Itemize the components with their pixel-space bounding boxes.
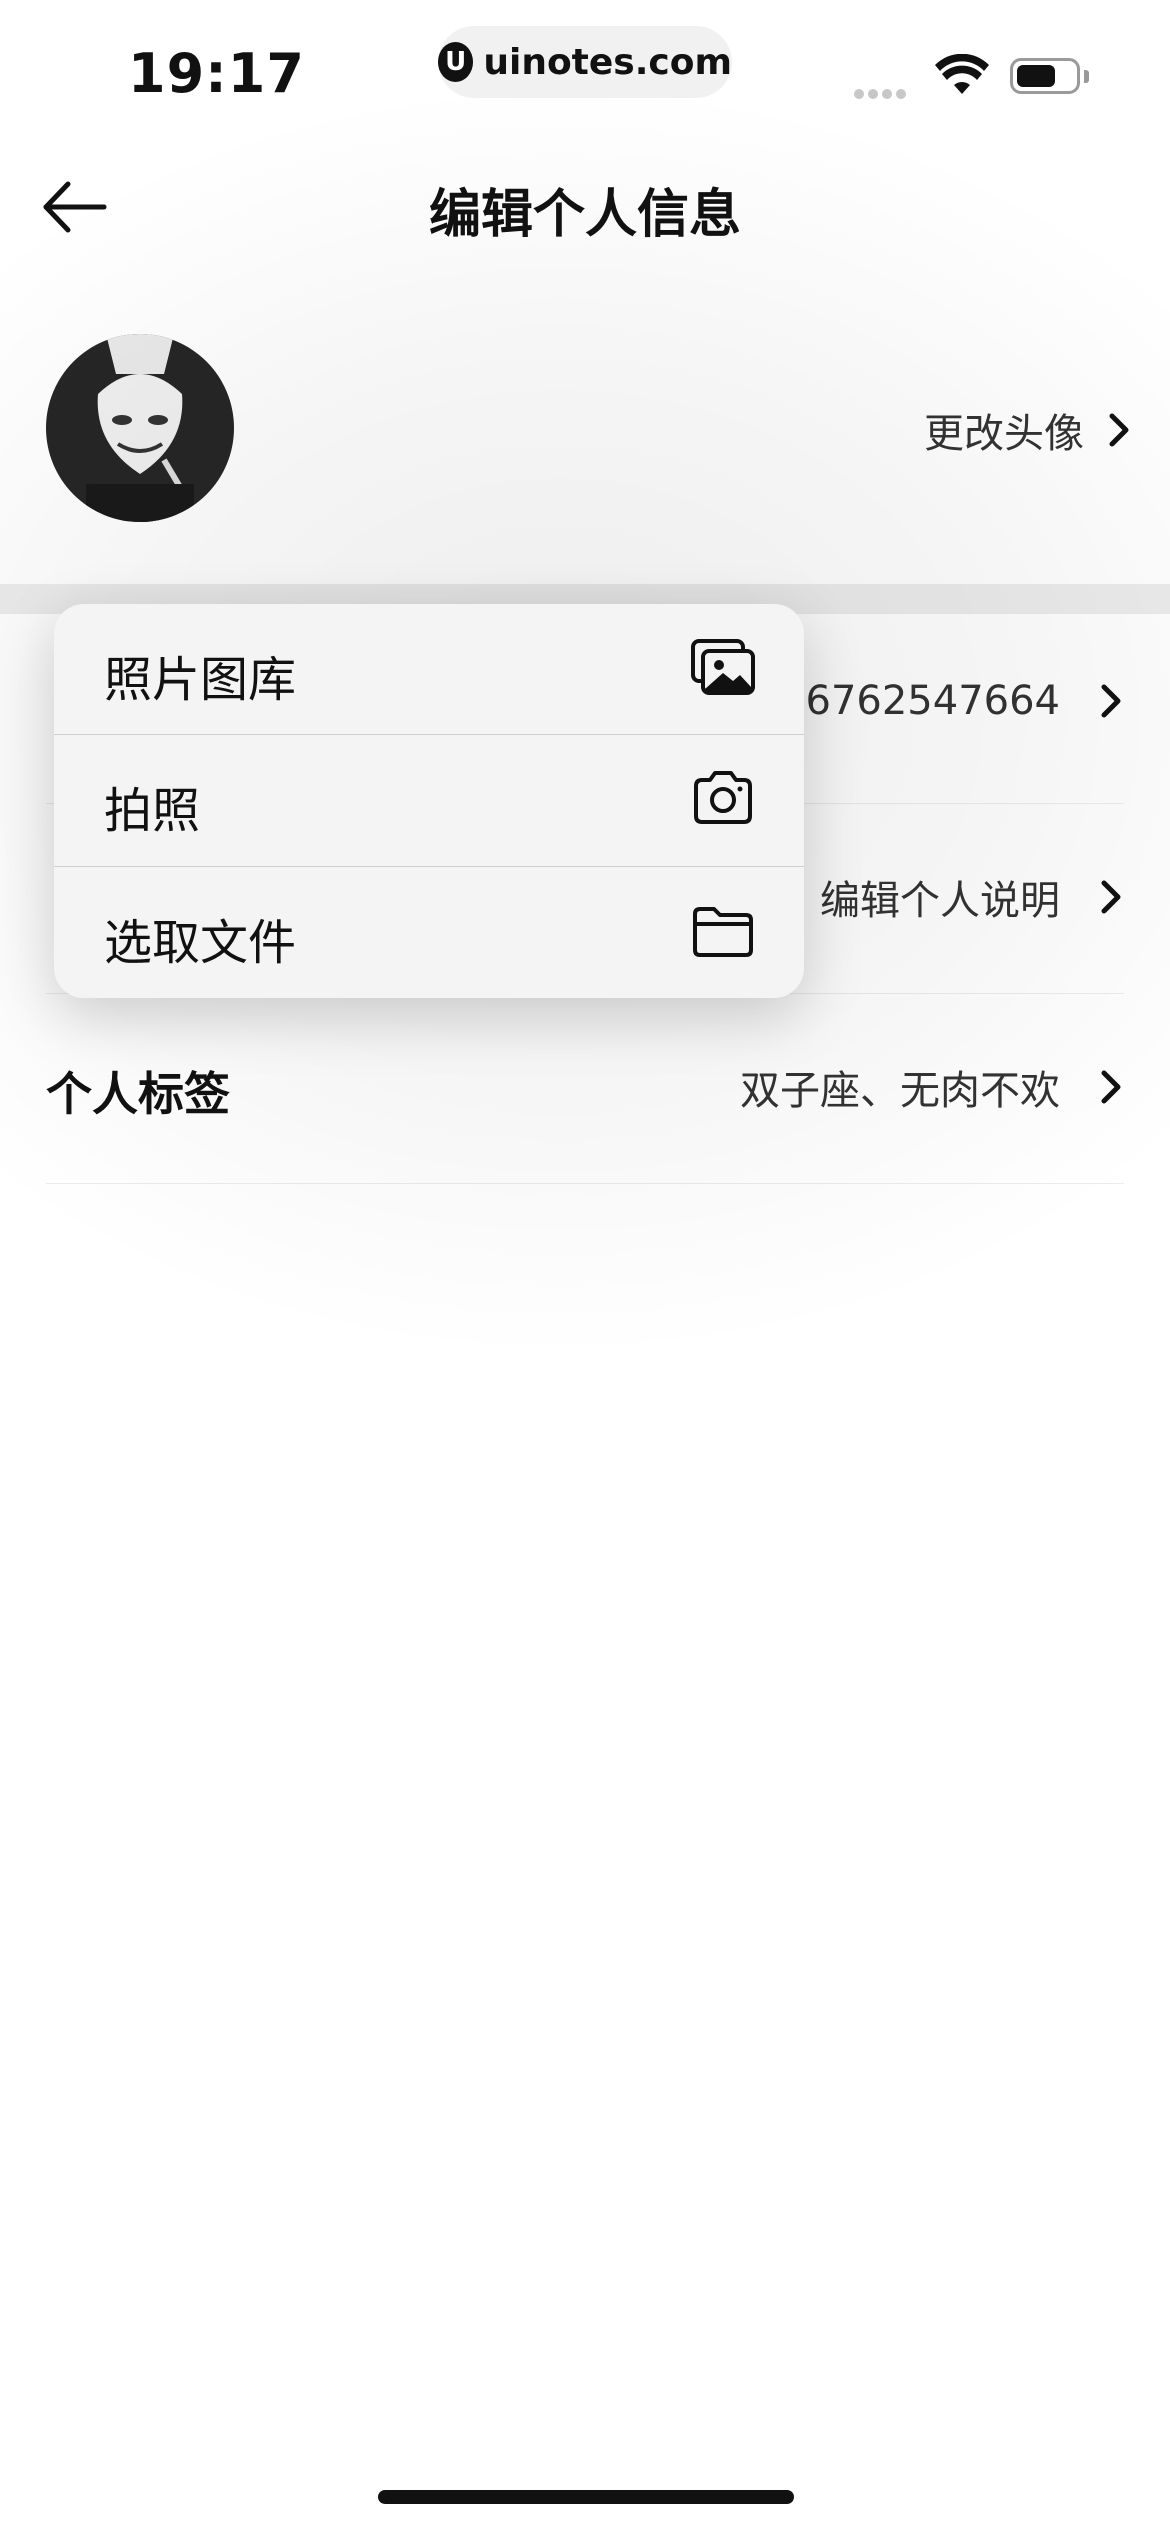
menu-item-label: 拍照 [104,783,201,839]
url-pill[interactable]: U uinotes.com [438,26,732,98]
change-avatar-button[interactable]: 更改头像 [924,400,1132,460]
image-picker-menu: 照片图库 拍照 选取文件 [54,604,804,998]
url-text: uinotes.com [483,41,732,83]
status-time: 19:17 [128,42,305,105]
chevron-right-icon [1101,684,1121,718]
row-value: 编辑个人说明 [820,878,1060,924]
folder-icon [693,907,753,957]
page-title: 编辑个人信息 [428,185,741,245]
wifi-icon [935,54,989,94]
battery-icon [1010,58,1080,94]
site-logo-icon: U [438,42,474,82]
row-value: 16762547664 [780,678,1060,724]
change-avatar-label: 更改头像 [924,411,1084,457]
chevron-right-icon [1109,413,1129,447]
list-row-tags[interactable]: 个人标签 双子座、无肉不欢 [46,994,1124,1184]
menu-item-label: 照片图库 [104,652,297,708]
menu-item-choose-file[interactable]: 选取文件 [54,867,804,997]
camera-icon [694,771,752,824]
battery-cap [1084,70,1089,83]
home-indicator[interactable] [378,2490,794,2504]
row-value: 双子座、无肉不欢 [740,1068,1060,1114]
menu-item-photo-library[interactable]: 照片图库 [54,604,804,734]
chevron-right-icon [1101,880,1121,914]
photo-library-icon [691,639,755,695]
avatar[interactable] [46,334,234,522]
signal-icon [854,84,916,99]
chevron-right-icon [1101,1070,1121,1104]
menu-item-take-photo[interactable]: 拍照 [54,735,804,865]
row-label: 个人标签 [46,1067,230,1121]
menu-item-label: 选取文件 [104,915,297,971]
